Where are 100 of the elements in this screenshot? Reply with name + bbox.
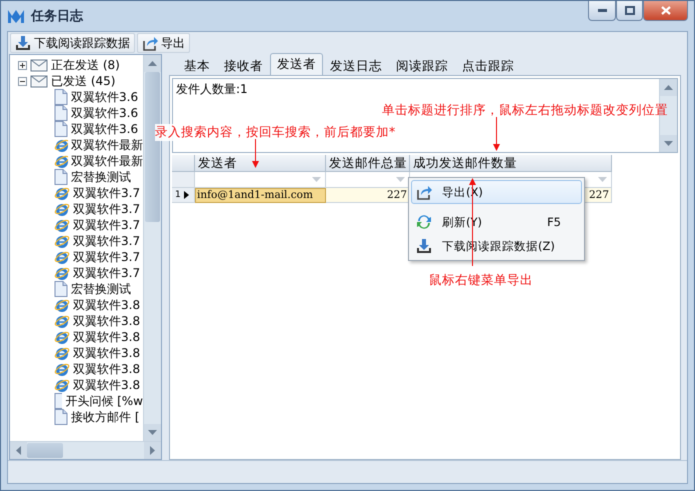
- download-icon: [15, 35, 31, 51]
- close-button[interactable]: [643, 1, 688, 21]
- app-logo-icon: [7, 8, 25, 24]
- tree-item[interactable]: 双翼软件3.7: [10, 249, 143, 265]
- globe-icon: [54, 201, 70, 217]
- tree-item-label: 双翼软件3.8: [73, 344, 140, 362]
- document-icon: [54, 105, 68, 121]
- globe-icon: [54, 137, 68, 153]
- tree-item-label: 双翼软件3.7: [73, 200, 140, 218]
- tab[interactable]: 接收者: [217, 56, 270, 75]
- tree-item-label: 已发送 (45): [51, 72, 116, 90]
- globe-icon: [54, 217, 70, 233]
- tree-item[interactable]: 开头问候 [%w: [10, 393, 143, 409]
- globe-icon: [54, 313, 70, 329]
- tree-item[interactable]: 宏替换测试: [10, 169, 143, 185]
- horizontal-scrollbar[interactable]: [10, 441, 161, 459]
- envelope-icon: [30, 74, 48, 88]
- globe-icon: [54, 185, 70, 201]
- download-icon: [416, 238, 432, 254]
- refresh-icon: [416, 214, 432, 230]
- tree-item-label: 双翼软件3.8: [73, 296, 140, 314]
- toolbar-button[interactable]: 导出: [137, 33, 190, 53]
- tree-item-label: 双翼软件3.6: [71, 120, 138, 138]
- annotation-arrow: [493, 117, 500, 151]
- table-cell: info@1and1-mail.com: [195, 188, 326, 203]
- filter-field[interactable]: [195, 172, 326, 188]
- tree-item[interactable]: 双翼软件3.8: [10, 313, 143, 329]
- tree-item[interactable]: 双翼软件3.8: [10, 329, 143, 345]
- globe-icon: [54, 345, 70, 361]
- tree-item-label: 正在发送 (8): [51, 56, 120, 74]
- globe-icon: [54, 329, 70, 345]
- tree-item[interactable]: 双翼软件3.7: [10, 233, 143, 249]
- collapse-icon[interactable]: [18, 76, 27, 86]
- tab[interactable]: 发送者: [270, 53, 323, 75]
- tree-item[interactable]: 双翼软件3.6: [10, 105, 143, 121]
- tree-item[interactable]: 双翼软件3.7: [10, 265, 143, 281]
- summary-text: 发件人数量:1: [175, 81, 249, 98]
- column-header[interactable]: 发送邮件总量: [326, 155, 410, 172]
- corner-cell: [172, 155, 195, 172]
- shortcut-label: F5: [547, 215, 561, 229]
- tree-item-label: 宏替换测试: [71, 280, 131, 298]
- row-number: 1: [175, 190, 181, 200]
- tree-item[interactable]: 双翼软件3.7: [10, 185, 143, 201]
- minimize-button[interactable]: [588, 1, 616, 21]
- tree-item[interactable]: 正在发送 (8): [10, 57, 143, 73]
- tab[interactable]: 发送日志: [323, 56, 389, 75]
- close-icon: [660, 6, 670, 15]
- scroll-down-icon[interactable]: [148, 430, 157, 435]
- tree-item[interactable]: 双翼软件3.8: [10, 377, 143, 393]
- globe-icon: [54, 265, 70, 281]
- tree-item-label: 接收方邮件 [: [71, 408, 140, 426]
- scroll-left-icon[interactable]: [16, 446, 21, 455]
- dropdown-icon[interactable]: [598, 177, 607, 182]
- tree-item[interactable]: 双翼软件3.8: [10, 361, 143, 377]
- dropdown-icon[interactable]: [312, 177, 321, 182]
- column-header[interactable]: 发送者: [195, 155, 326, 172]
- tab[interactable]: 基本: [177, 56, 217, 75]
- tab[interactable]: 点击跟踪: [455, 56, 521, 75]
- maximize-icon: [624, 6, 634, 15]
- scroll-up-icon[interactable]: [148, 61, 157, 66]
- annotation-arrow: [252, 139, 259, 168]
- toolbar-button[interactable]: 下载阅读跟踪数据: [10, 33, 135, 53]
- tree-item-label: 双翼软件3.6: [71, 104, 138, 122]
- document-icon: [54, 169, 68, 185]
- tree-item[interactable]: 双翼软件3.8: [10, 345, 143, 361]
- tree-item[interactable]: 双翼软件3.8: [10, 297, 143, 313]
- annotation-text: 单击标题进行排序，鼠标左右拖动标题改变列位置: [382, 102, 668, 119]
- tab[interactable]: 阅读跟踪: [389, 56, 455, 75]
- tree-item-label: 双翼软件3.7: [73, 248, 140, 266]
- column-header[interactable]: 成功发送邮件数量: [410, 155, 612, 172]
- minimize-icon: [598, 9, 606, 12]
- tree-item-label: 双翼软件3.6: [71, 88, 138, 106]
- tree-item-label: 双翼软件3.7: [73, 184, 140, 202]
- tree-item-label: 双翼软件3.7: [73, 264, 140, 282]
- tree-item-label: 双翼软件3.7: [73, 216, 140, 234]
- tree-item[interactable]: 接收方邮件 [: [10, 409, 143, 425]
- tree-item-label: 双翼软件最新: [71, 152, 143, 170]
- tree-item-label: 双翼软件3.7: [73, 232, 140, 250]
- tree-item-label: 开头问候 [%w: [65, 392, 143, 410]
- tree-item[interactable]: 双翼软件最新: [10, 153, 143, 169]
- tree-item[interactable]: 宏替换测试: [10, 281, 143, 297]
- globe-icon: [54, 153, 68, 169]
- tree-item[interactable]: 双翼软件3.6: [10, 89, 143, 105]
- tree-item[interactable]: 已发送 (45): [10, 73, 143, 89]
- tree-item-label: 双翼软件最新: [71, 136, 143, 154]
- filter-field[interactable]: [326, 172, 410, 188]
- dropdown-icon[interactable]: [396, 177, 405, 182]
- tree-item-label: 双翼软件3.8: [73, 328, 140, 346]
- expand-icon[interactable]: [18, 60, 27, 70]
- tree-item[interactable]: 双翼软件3.6: [10, 121, 143, 137]
- document-icon: [54, 281, 68, 297]
- scroll-down-icon[interactable]: [664, 141, 673, 146]
- tree-item-label: 双翼软件3.8: [73, 360, 140, 378]
- tree-item[interactable]: 双翼软件3.7: [10, 201, 143, 217]
- tree-item[interactable]: 双翼软件最新: [10, 137, 143, 153]
- scroll-right-icon[interactable]: [150, 446, 155, 455]
- tree-item[interactable]: 双翼软件3.7: [10, 217, 143, 233]
- scroll-up-icon[interactable]: [664, 85, 673, 90]
- annotation-text: 鼠标右键菜单导出: [429, 272, 533, 289]
- maximize-button[interactable]: [616, 1, 643, 21]
